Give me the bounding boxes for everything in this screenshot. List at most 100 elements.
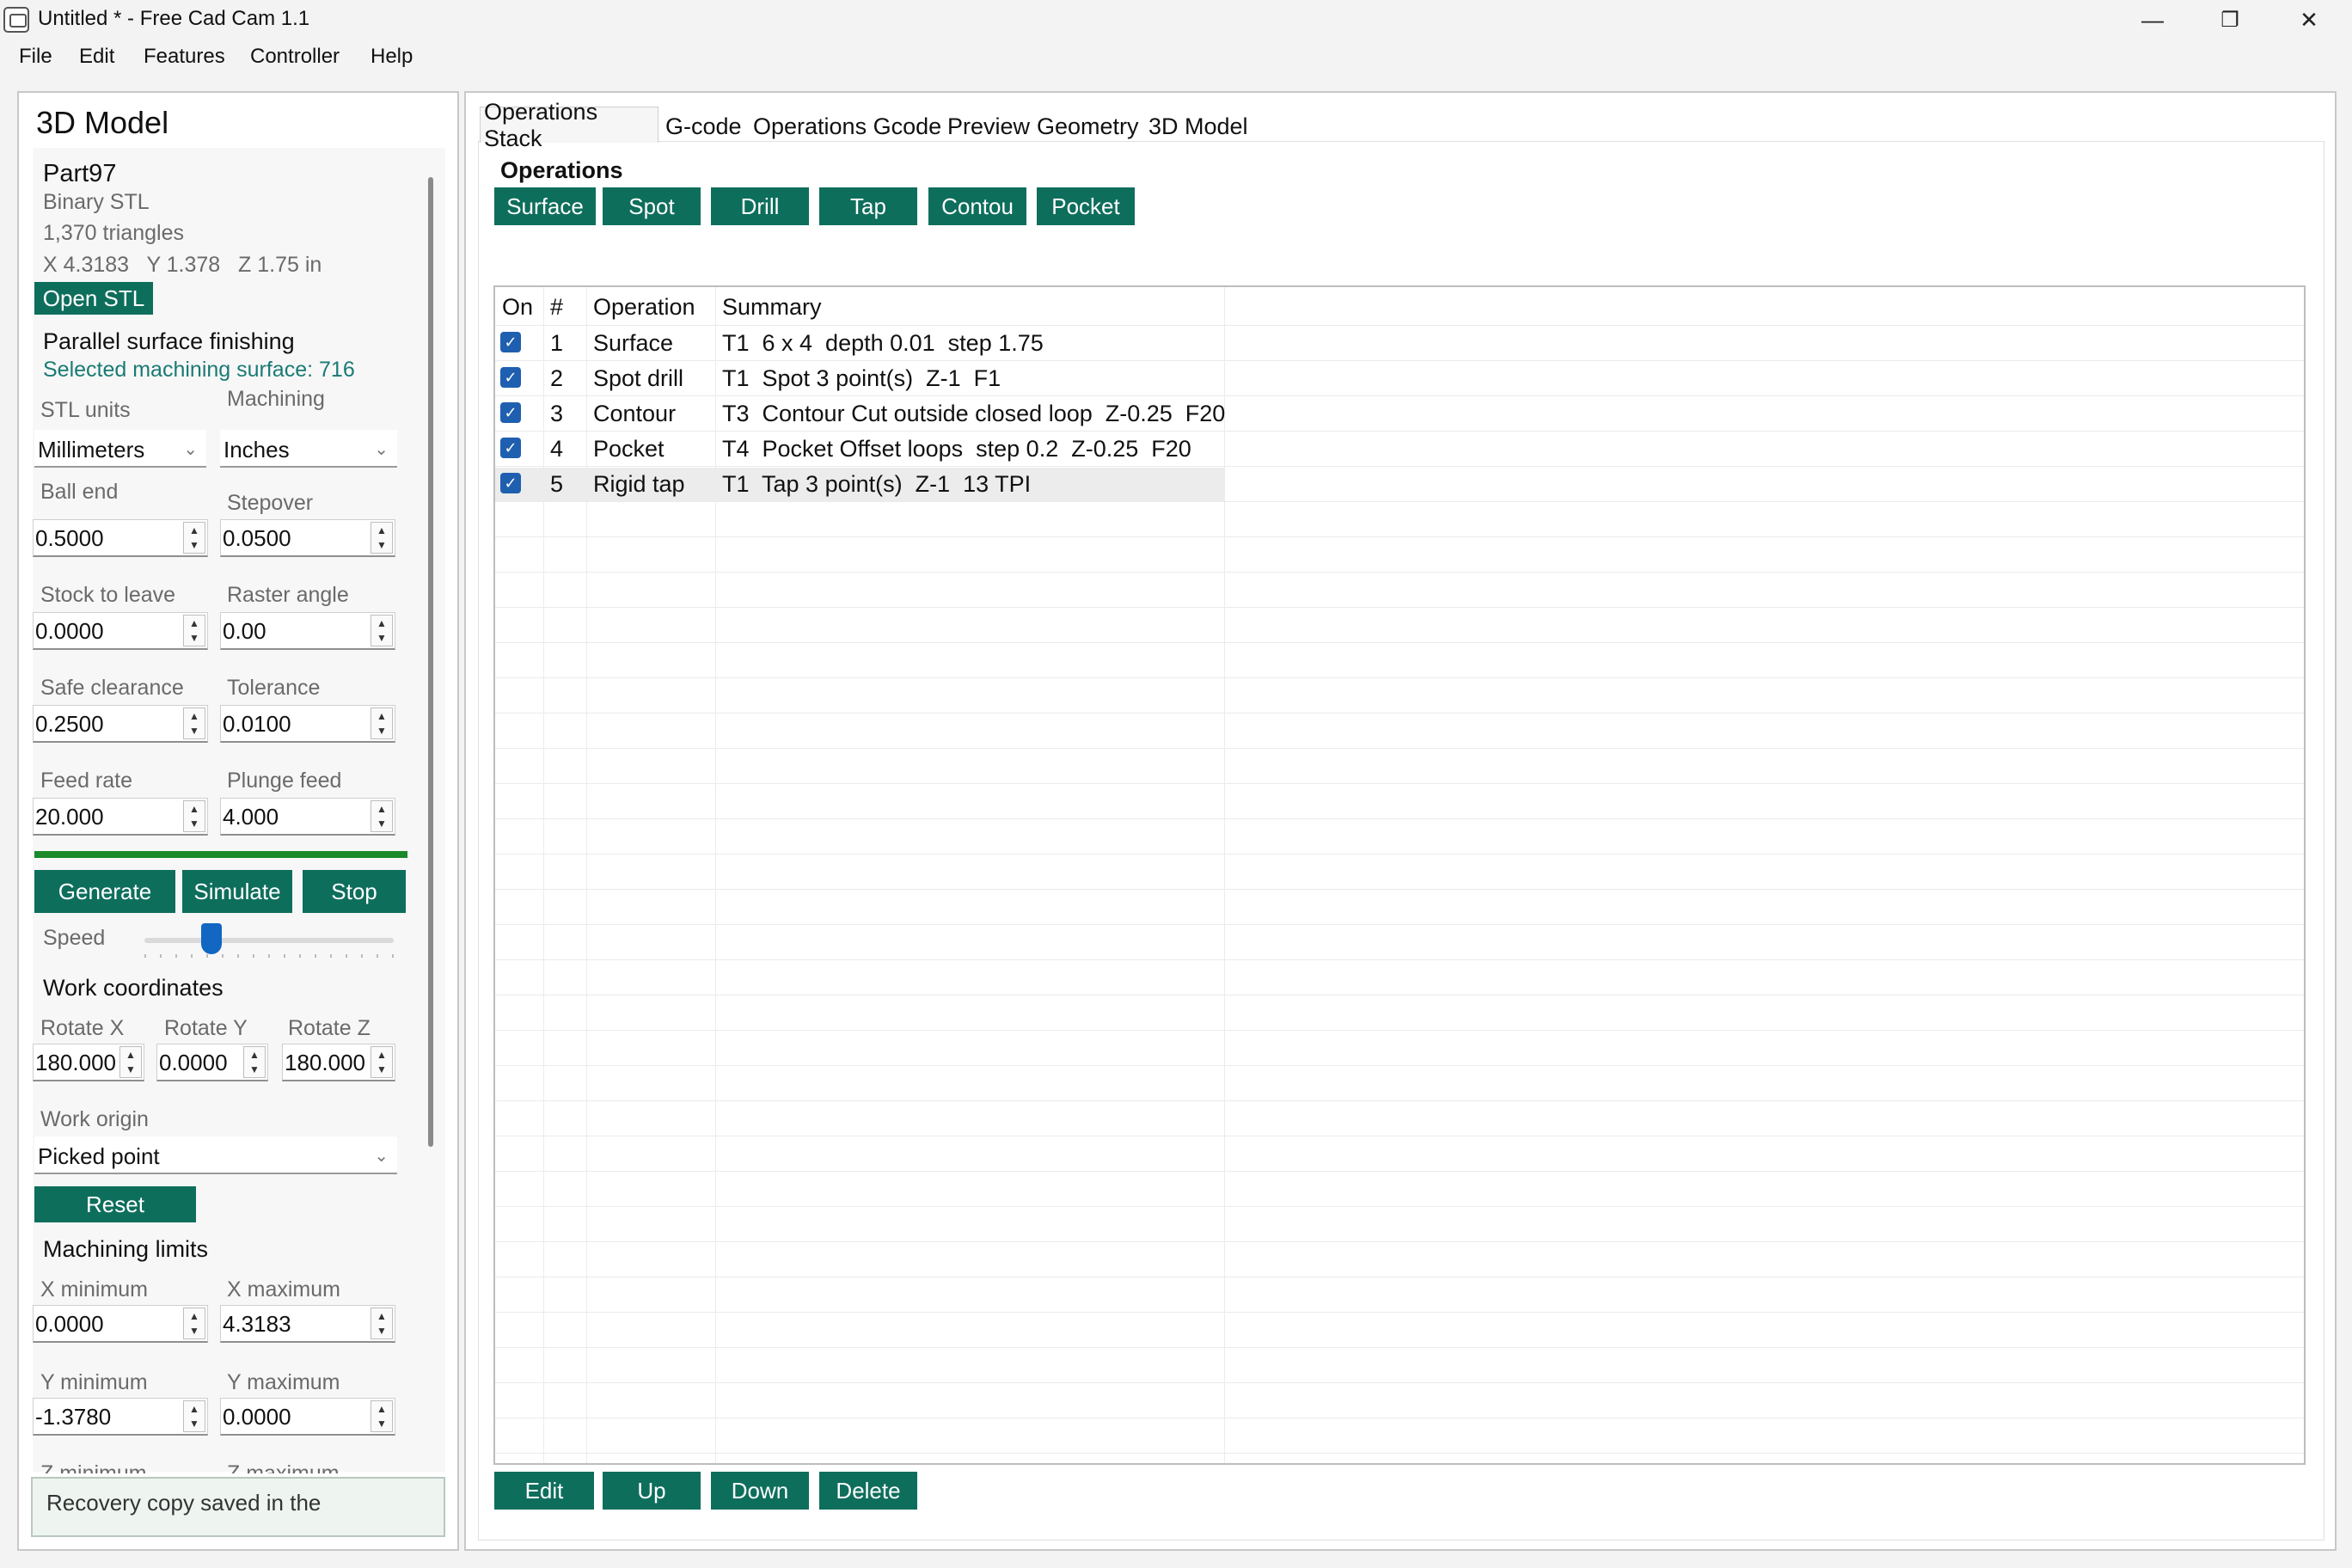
tab-preview[interactable]: Preview	[944, 108, 1033, 144]
table-row-line	[495, 642, 2304, 643]
spin-arrows-icon[interactable]: ▲ ▼	[371, 1046, 393, 1078]
spin-arrows-icon[interactable]: ▲ ▼	[183, 707, 205, 739]
row-operation: Rigid tap	[593, 471, 685, 497]
x-maximum-input[interactable]: 4.3183 ▲ ▼	[220, 1305, 395, 1343]
table-row-line	[495, 466, 2304, 467]
menu-features[interactable]: Features	[144, 45, 225, 69]
spin-arrows-icon[interactable]: ▲ ▼	[371, 615, 393, 646]
row-operation: Spot drill	[593, 365, 684, 391]
menu-edit[interactable]: Edit	[79, 45, 114, 69]
spin-arrows-icon[interactable]: ▲ ▼	[119, 1046, 142, 1078]
y-maximum-value: 0.0000	[223, 1404, 291, 1430]
tab-geometry[interactable]: Geometry	[1033, 108, 1142, 144]
y-maximum-input[interactable]: 0.0000 ▲ ▼	[220, 1398, 395, 1436]
rotate-x-label: Rotate X	[40, 1016, 125, 1040]
row-enabled-checkbox[interactable]: ✓	[500, 402, 521, 423]
spin-arrows-icon[interactable]: ▲ ▼	[183, 1400, 205, 1432]
edit-button[interactable]: Edit	[494, 1472, 594, 1510]
row-number: 5	[550, 471, 564, 497]
table-row-line	[495, 501, 2304, 502]
table-row-line	[495, 572, 2304, 573]
stl-units-select[interactable]: Millimeters ⌄	[34, 430, 206, 468]
table-row-line	[495, 924, 2304, 925]
restore-button[interactable]: ❐	[2190, 0, 2269, 40]
feed-rate-input[interactable]: 20.000 ▲ ▼	[33, 798, 208, 836]
z-minimum-label: Z minimum	[40, 1461, 147, 1473]
up-button[interactable]: Up	[603, 1472, 701, 1510]
tab-operations-gcode[interactable]: Operations Gcode	[750, 108, 945, 144]
stepover-label: Stepover	[227, 491, 314, 515]
rotate-z-input[interactable]: 180.000 ▲ ▼	[282, 1044, 395, 1081]
add-surface-button[interactable]: Surface	[494, 187, 596, 225]
spin-arrows-icon[interactable]: ▲ ▼	[183, 1308, 205, 1339]
spin-arrows-icon[interactable]: ▲ ▼	[183, 615, 205, 646]
minimize-button[interactable]: —	[2113, 0, 2192, 40]
tab-operations-stack[interactable]: Operations Stack	[480, 99, 658, 151]
spin-arrows-icon[interactable]: ▲ ▼	[371, 707, 393, 739]
machining-units-select[interactable]: Inches ⌄	[220, 430, 397, 468]
row-operation: Pocket	[593, 436, 665, 462]
add-pocket-button[interactable]: Pocket	[1037, 187, 1135, 225]
stop-button[interactable]: Stop	[303, 870, 406, 913]
z-maximum-label: Z maximum	[227, 1461, 340, 1473]
column-header-operation[interactable]: Operation	[593, 294, 695, 321]
table-row-line	[495, 1382, 2304, 1383]
row-enabled-checkbox[interactable]: ✓	[500, 332, 521, 352]
speed-slider-thumb[interactable]	[201, 923, 222, 954]
tab-3d-model[interactable]: 3D Model	[1145, 108, 1252, 144]
plunge-feed-input[interactable]: 4.000 ▲ ▼	[220, 798, 395, 836]
work-origin-select[interactable]: Picked point ⌄	[34, 1136, 397, 1174]
raster-angle-input[interactable]: 0.00 ▲ ▼	[220, 612, 395, 650]
menu-file[interactable]: File	[19, 45, 52, 69]
triangle-count: 1,370 triangles	[43, 221, 185, 245]
spin-arrows-icon[interactable]: ▲ ▼	[371, 800, 393, 832]
tolerance-input[interactable]: 0.0100 ▲ ▼	[220, 705, 395, 743]
add-spot-button[interactable]: Spot	[603, 187, 701, 225]
row-enabled-checkbox[interactable]: ✓	[500, 438, 521, 458]
table-row-line	[495, 1312, 2304, 1313]
delete-button[interactable]: Delete	[819, 1472, 917, 1510]
table-row-line	[495, 713, 2304, 714]
safe-clearance-input[interactable]: 0.2500 ▲ ▼	[33, 705, 208, 743]
left-scrollbar[interactable]	[428, 177, 433, 1147]
stl-units-value: Millimeters	[38, 437, 145, 462]
column-header-on[interactable]: On	[502, 294, 533, 321]
close-button[interactable]: ✕	[2269, 0, 2349, 40]
column-header-summary[interactable]: Summary	[722, 294, 822, 321]
ball-end-input[interactable]: 0.5000 ▲ ▼	[33, 519, 208, 557]
simulate-button[interactable]: Simulate	[182, 870, 292, 913]
row-number: 3	[550, 401, 564, 426]
spin-arrows-icon[interactable]: ▲ ▼	[183, 522, 205, 554]
operations-table[interactable]: On # Operation Summary ✓ 1 Surface T1 6 …	[493, 285, 2306, 1465]
menu-help[interactable]: Help	[371, 45, 413, 69]
part-name: Part97	[43, 160, 117, 187]
down-button[interactable]: Down	[711, 1472, 809, 1510]
rotate-x-input[interactable]: 180.000 ▲ ▼	[33, 1044, 144, 1081]
table-column-line	[1224, 287, 1225, 1463]
row-enabled-checkbox[interactable]: ✓	[500, 473, 521, 493]
generate-button[interactable]: Generate	[34, 870, 175, 913]
spin-arrows-icon[interactable]: ▲ ▼	[183, 800, 205, 832]
open-stl-button[interactable]: Open STL	[34, 282, 153, 315]
column-header-number[interactable]: #	[550, 294, 563, 321]
add-tap-button[interactable]: Tap	[819, 187, 917, 225]
rotate-y-input[interactable]: 0.0000 ▲ ▼	[156, 1044, 268, 1081]
spin-arrows-icon[interactable]: ▲ ▼	[371, 1308, 393, 1339]
spin-arrows-icon[interactable]: ▲ ▼	[243, 1046, 266, 1078]
add-drill-button[interactable]: Drill	[711, 187, 809, 225]
speed-slider[interactable]	[144, 938, 394, 943]
menu-controller[interactable]: Controller	[250, 45, 340, 69]
y-minimum-input[interactable]: -1.3780 ▲ ▼	[33, 1398, 208, 1436]
machining-limits-title: Machining limits	[43, 1236, 209, 1262]
tab-gcode[interactable]: G-code	[662, 108, 745, 144]
spin-arrows-icon[interactable]: ▲ ▼	[371, 1400, 393, 1432]
rotate-z-label: Rotate Z	[288, 1016, 371, 1040]
x-minimum-input[interactable]: 0.0000 ▲ ▼	[33, 1305, 208, 1343]
reset-button[interactable]: Reset	[34, 1186, 196, 1222]
stock-input[interactable]: 0.0000 ▲ ▼	[33, 612, 208, 650]
row-operation: Contour	[593, 401, 677, 426]
add-contour-button[interactable]: Contou	[928, 187, 1026, 225]
spin-arrows-icon[interactable]: ▲ ▼	[371, 522, 393, 554]
row-enabled-checkbox[interactable]: ✓	[500, 367, 521, 388]
stepover-input[interactable]: 0.0500 ▲ ▼	[220, 519, 395, 557]
